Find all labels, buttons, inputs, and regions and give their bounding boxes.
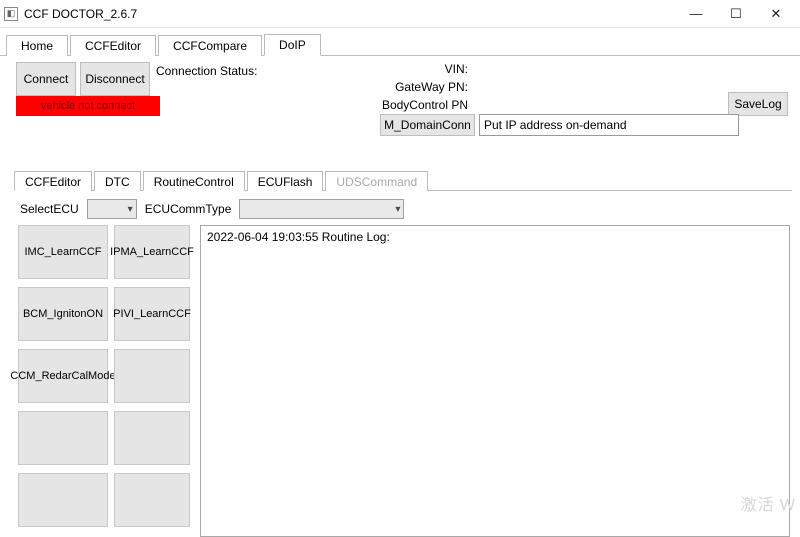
routine-btn-empty-10[interactable] — [114, 473, 190, 527]
sub-tabstrip: CCFEditor DTC RoutineControl ECUFlash UD… — [14, 170, 792, 191]
routine-btn-empty-9[interactable] — [18, 473, 108, 527]
subtab-udscommand[interactable]: UDSCommand — [325, 171, 428, 191]
main-tabstrip: Home CCFEditor CCFCompare DoIP — [0, 34, 800, 56]
domain-conn-button[interactable]: M_DomainConn — [380, 114, 475, 136]
window-title: CCF DOCTOR_2.6.7 — [24, 7, 137, 21]
tab-ccfcompare[interactable]: CCFCompare — [158, 35, 262, 56]
app-icon: ◧ — [4, 7, 18, 21]
routine-btn-pivi-learnccf[interactable]: PIVI_LearnCCF — [114, 287, 190, 341]
close-button[interactable]: ✕ — [756, 0, 796, 28]
tab-doip[interactable]: DoIP — [264, 34, 321, 56]
vehicle-info: VIN: GateWay PN: BodyControl PN — [380, 60, 472, 114]
minimize-button[interactable]: — — [676, 0, 716, 28]
ecucommtype-label: ECUCommType — [145, 202, 232, 216]
routine-btn-ipma-learnccf[interactable]: IPMA_LearnCCF — [114, 225, 190, 279]
savelog-container: SaveLog — [728, 92, 788, 116]
connection-error-banner: vehicle not connect — [16, 96, 160, 116]
gateway-label: GateWay PN: — [380, 78, 472, 96]
subtab-routinecontrol[interactable]: RoutineControl — [143, 171, 245, 191]
routine-btn-empty-6[interactable] — [114, 349, 190, 403]
routine-button-grid: IMC_LearnCCF IPMA_LearnCCF BCM_IgnitonON… — [18, 225, 190, 537]
tab-ccfeditor[interactable]: CCFEditor — [70, 35, 156, 56]
disconnect-button[interactable]: Disconnect — [80, 62, 150, 96]
connect-button[interactable]: Connect — [16, 62, 76, 96]
ip-address-input[interactable] — [479, 114, 739, 136]
routine-body: IMC_LearnCCF IPMA_LearnCCF BCM_IgnitonON… — [0, 225, 800, 537]
vin-label: VIN: — [380, 60, 472, 78]
select-row: SelectECU ▾ ECUCommType ▾ — [0, 191, 800, 225]
ecucommtype-combo[interactable]: ▾ — [239, 199, 404, 219]
connection-panel: Connect Disconnect Connection Status: ve… — [0, 56, 800, 134]
bodycontrol-label: BodyControl PN — [380, 96, 472, 114]
routine-btn-ccm-redarcalmode[interactable]: CCM_RedarCalMode — [18, 349, 108, 403]
subtab-ecuflash[interactable]: ECUFlash — [247, 171, 324, 191]
selectecu-label: SelectECU — [20, 202, 79, 216]
selectecu-combo[interactable]: ▾ — [87, 199, 137, 219]
maximize-button[interactable]: ☐ — [716, 0, 756, 28]
chevron-down-icon: ▾ — [128, 204, 133, 215]
tab-home[interactable]: Home — [6, 35, 68, 56]
domain-row: M_DomainConn — [380, 114, 739, 136]
routine-btn-bcm-ignitonon[interactable]: BCM_IgnitonON — [18, 287, 108, 341]
routine-log[interactable]: 2022-06-04 19:03:55 Routine Log: — [200, 225, 790, 537]
savelog-button[interactable]: SaveLog — [728, 92, 788, 116]
subtab-dtc[interactable]: DTC — [94, 171, 141, 191]
title-bar: ◧ CCF DOCTOR_2.6.7 — ☐ ✕ — [0, 0, 800, 28]
routine-btn-empty-8[interactable] — [114, 411, 190, 465]
connection-status-label: Connection Status: — [156, 64, 257, 78]
subtab-ccfeditor[interactable]: CCFEditor — [14, 171, 92, 191]
routine-log-text: 2022-06-04 19:03:55 Routine Log: — [207, 230, 390, 244]
routine-btn-imc-learnccf[interactable]: IMC_LearnCCF — [18, 225, 108, 279]
chevron-down-icon: ▾ — [395, 204, 400, 215]
routine-btn-empty-7[interactable] — [18, 411, 108, 465]
